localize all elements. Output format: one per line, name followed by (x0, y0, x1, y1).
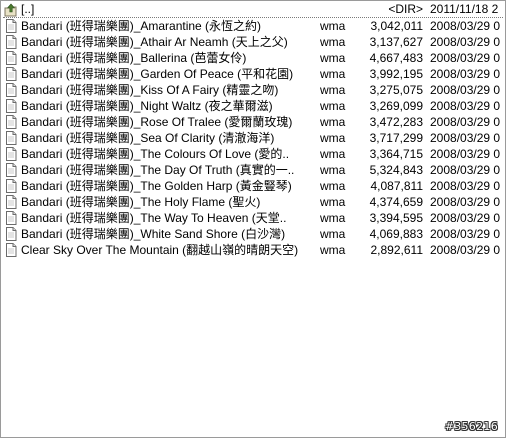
file-row[interactable]: Clear Sky Over The Mountain (翻越山嶺的晴朗天空) w… (3, 242, 503, 258)
file-icon (4, 99, 18, 113)
file-icon (4, 163, 18, 177)
file-date: 2008/03/29 0 (430, 115, 501, 129)
file-ext: wma (320, 211, 346, 225)
file-ext: wma (320, 51, 346, 65)
file-size: 5,324,843 (369, 163, 423, 177)
file-list: [..] <DIR> 2011/11/18 2 Bandari (班得瑞樂團)_… (3, 2, 503, 258)
file-ext: wma (320, 195, 346, 209)
file-ext: wma (320, 19, 346, 33)
file-date: 2008/03/29 0 (430, 243, 501, 257)
file-row[interactable]: Bandari (班得瑞樂團)_The Holy Flame (聖火) wma 4,… (3, 194, 503, 210)
file-size: 2,892,611 (370, 243, 424, 257)
file-date: 2008/03/29 0 (430, 227, 501, 241)
file-row[interactable]: Bandari (班得瑞樂團)_The Way To Heaven (天堂.. w… (3, 210, 503, 226)
file-ext: wma (320, 35, 346, 49)
file-icon (4, 19, 18, 33)
file-name: Bandari (班得瑞樂團)_The Way To Heaven (天堂.. (21, 211, 287, 225)
parent-directory-size: <DIR> (388, 2, 423, 16)
file-icon (4, 51, 18, 65)
file-name: Bandari (班得瑞樂團)_Garden Of Peace (平和花園) (21, 67, 294, 81)
file-ext: wma (320, 83, 346, 97)
file-date: 2008/03/29 0 (430, 147, 501, 161)
file-ext: wma (320, 99, 346, 113)
file-row[interactable]: Bandari (班得瑞樂團)_The Day Of Truth (真實的一..… (3, 162, 503, 178)
watermark-badge: #356216 (444, 420, 498, 433)
file-ext: wma (320, 115, 346, 129)
file-row[interactable]: Bandari (班得瑞樂團)_Ballerina (芭蕾女伶) wma 4,667… (3, 50, 503, 66)
file-icon (4, 83, 18, 97)
file-icon (4, 131, 18, 145)
parent-directory-date: 2011/11/18 2 (430, 2, 499, 16)
parent-directory-row[interactable]: [..] <DIR> 2011/11/18 2 (3, 2, 503, 18)
file-date: 2008/03/29 0 (430, 83, 501, 97)
file-ext: wma (320, 227, 346, 241)
file-row[interactable]: Bandari (班得瑞樂團)_The Colours Of Love (愛的.… (3, 146, 503, 162)
file-size: 3,269,099 (369, 99, 423, 113)
file-name: Bandari (班得瑞樂團)_Sea Of Clarity (清澈海洋) (21, 131, 275, 145)
file-size: 3,394,595 (369, 211, 423, 225)
file-name: Bandari (班得瑞樂團)_The Golden Harp (黃金豎琴) (21, 179, 292, 193)
file-icon (4, 35, 18, 49)
file-date: 2008/03/29 0 (430, 131, 501, 145)
file-row[interactable]: Bandari (班得瑞樂團)_Kiss Of A Fairy (精靈之吻) wm… (3, 82, 503, 98)
file-size: 3,275,075 (369, 83, 423, 97)
file-date: 2008/03/29 0 (430, 211, 501, 225)
file-row[interactable]: Bandari (班得瑞樂團)_Sea Of Clarity (清澈海洋) wma… (3, 130, 503, 146)
file-name: Bandari (班得瑞樂團)_The Colours Of Love (愛的.… (21, 147, 290, 161)
file-date: 2008/03/29 0 (430, 99, 501, 113)
file-name: Bandari (班得瑞樂團)_Amarantine (永恆之約) (21, 19, 262, 33)
parent-directory-label: [..] (21, 2, 35, 16)
file-name: Bandari (班得瑞樂團)_Kiss Of A Fairy (精靈之吻) (21, 83, 279, 97)
file-ext: wma (320, 243, 346, 257)
file-date: 2008/03/29 0 (430, 51, 501, 65)
file-icon (4, 179, 18, 193)
file-ext: wma (320, 179, 346, 193)
file-name: Clear Sky Over The Mountain (翻越山嶺的晴朗天空) (21, 243, 299, 257)
file-size: 4,069,883 (369, 227, 423, 241)
file-ext: wma (320, 147, 346, 161)
file-size: 4,667,483 (369, 51, 423, 65)
file-row[interactable]: Bandari (班得瑞樂團)_Amarantine (永恆之約) wma 3,04… (3, 18, 503, 34)
file-size: 3,992,195 (369, 67, 423, 81)
file-icon (4, 147, 18, 161)
file-name: Bandari (班得瑞樂團)_Night Waltz (夜之華爾滋) (21, 99, 273, 113)
file-size: 4,374,659 (369, 195, 423, 209)
file-icon (4, 115, 18, 129)
file-name: Bandari (班得瑞樂團)_The Day Of Truth (真實的一.. (21, 163, 295, 177)
file-size: 4,087,811 (370, 179, 424, 193)
file-ext: wma (320, 131, 346, 145)
file-row[interactable]: Bandari (班得瑞樂團)_White Sand Shore (白沙灣) wm… (3, 226, 503, 242)
file-list-panel: [..] <DIR> 2011/11/18 2 Bandari (班得瑞樂團)_… (0, 0, 506, 438)
up-folder-icon (4, 3, 18, 17)
file-row[interactable]: Bandari (班得瑞樂團)_Night Waltz (夜之華爾滋) wma 3,… (3, 98, 503, 114)
file-icon (4, 195, 18, 209)
file-size: 3,137,627 (369, 35, 423, 49)
file-date: 2008/03/29 0 (430, 163, 501, 177)
file-row[interactable]: Bandari (班得瑞樂團)_Rose Of Tralee (愛爾蘭玫瑰) wm… (3, 114, 503, 130)
file-date: 2008/03/29 0 (430, 179, 501, 193)
file-date: 2008/03/29 0 (430, 67, 501, 81)
file-ext: wma (320, 163, 346, 177)
file-size: 3,472,283 (369, 115, 423, 129)
file-row[interactable]: Bandari (班得瑞樂團)_The Golden Harp (黃金豎琴) wm… (3, 178, 503, 194)
file-date: 2008/03/29 0 (430, 195, 501, 209)
file-row[interactable]: Bandari (班得瑞樂團)_Garden Of Peace (平和花園) wm… (3, 66, 503, 82)
file-name: Bandari (班得瑞樂團)_White Sand Shore (白沙灣) (21, 227, 286, 241)
file-date: 2008/03/29 0 (430, 19, 501, 33)
file-size: 3,042,011 (370, 19, 424, 33)
file-ext: wma (320, 67, 346, 81)
file-name: Bandari (班得瑞樂團)_Rose Of Tralee (愛爾蘭玫瑰) (21, 115, 293, 129)
file-name: Bandari (班得瑞樂團)_Athair Ar Neamh (天上之父) (21, 35, 288, 49)
file-name: Bandari (班得瑞樂團)_The Holy Flame (聖火) (21, 195, 261, 209)
file-size: 3,364,715 (369, 147, 423, 161)
file-icon (4, 243, 18, 257)
file-icon (4, 227, 18, 241)
file-row[interactable]: Bandari (班得瑞樂團)_Athair Ar Neamh (天上之父) wm… (3, 34, 503, 50)
file-size: 3,717,299 (369, 131, 423, 145)
file-name: Bandari (班得瑞樂團)_Ballerina (芭蕾女伶) (21, 51, 247, 65)
file-date: 2008/03/29 0 (430, 35, 501, 49)
file-icon (4, 211, 18, 225)
file-icon (4, 67, 18, 81)
